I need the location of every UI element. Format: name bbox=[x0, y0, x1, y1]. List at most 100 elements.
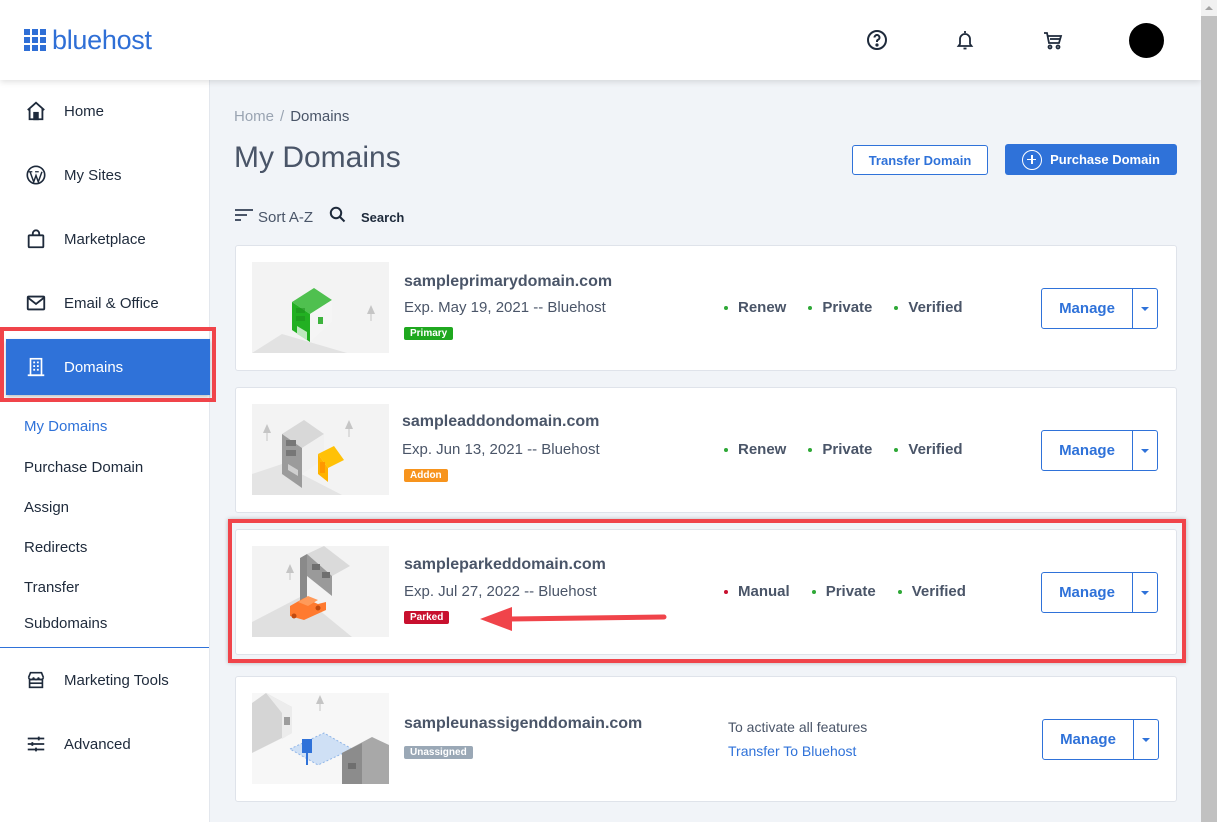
addon-badge: Addon bbox=[404, 469, 448, 482]
bell-icon[interactable] bbox=[953, 28, 977, 52]
status-dot bbox=[808, 305, 813, 310]
manage-split-button: Manage bbox=[1041, 572, 1158, 613]
manage-split-button: Manage bbox=[1041, 288, 1158, 329]
breadcrumb: Home / Domains bbox=[234, 108, 349, 125]
sidebar-item-my-sites[interactable]: My Sites bbox=[0, 155, 210, 195]
sidebar-subitem-subdomains[interactable]: Subdomains bbox=[24, 615, 107, 632]
status-dot bbox=[724, 447, 728, 452]
bluehost-logo[interactable]: bluehost bbox=[24, 25, 152, 55]
manage-dropdown-toggle[interactable] bbox=[1133, 431, 1157, 470]
purchase-domain-label: Purchase Domain bbox=[1050, 152, 1160, 167]
status-verified: Verified bbox=[894, 441, 963, 458]
sidebar-subitem-my-domains[interactable]: My Domains bbox=[24, 418, 107, 435]
breadcrumb-current: Domains bbox=[290, 108, 350, 125]
status-verified: Verified bbox=[897, 583, 966, 600]
sidebar-item-label: Email & Office bbox=[64, 294, 159, 312]
sidebar-item-email-office[interactable]: Email & Office bbox=[0, 283, 210, 323]
sidebar-subitem-transfer[interactable]: Transfer bbox=[24, 579, 79, 596]
manage-button[interactable]: Manage bbox=[1042, 431, 1133, 470]
domain-name[interactable]: sampleunassigenddomain.com bbox=[404, 715, 642, 733]
status-private: Private bbox=[811, 583, 876, 600]
domain-card: sampleprimarydomain.com Exp. May 19, 202… bbox=[235, 245, 1177, 371]
caret-down-icon bbox=[1141, 590, 1149, 595]
status-private: Private bbox=[808, 441, 872, 458]
logo-text: bluehost bbox=[52, 25, 152, 55]
breadcrumb-home-link[interactable]: Home bbox=[234, 108, 274, 125]
unassigned-badge: Unassigned bbox=[404, 746, 473, 759]
manage-split-button: Manage bbox=[1042, 719, 1159, 760]
manage-dropdown-toggle[interactable] bbox=[1133, 289, 1157, 328]
storefront-icon bbox=[24, 668, 48, 692]
status-verified: Verified bbox=[894, 299, 963, 316]
status-dot bbox=[724, 305, 728, 310]
sidebar-item-home[interactable]: Home bbox=[0, 91, 210, 131]
status-renew: Renew bbox=[724, 441, 786, 458]
building-icon bbox=[24, 355, 48, 379]
annotation-arrow-icon bbox=[480, 607, 667, 631]
sidebar-item-label: Domains bbox=[64, 358, 124, 376]
shopping-bag-icon bbox=[24, 227, 48, 251]
caret-down-icon bbox=[1141, 306, 1149, 311]
sidebar-item-domains[interactable]: Domains bbox=[6, 339, 210, 395]
status-dot bbox=[897, 589, 902, 594]
sort-label: Sort A-Z bbox=[258, 208, 314, 226]
scroll-up-arrow-icon[interactable] bbox=[1201, 0, 1217, 16]
caret-down-icon bbox=[1141, 448, 1149, 453]
breadcrumb-separator: / bbox=[280, 108, 285, 125]
domain-card: sampleparkeddomain.com Exp. Jul 27, 2022… bbox=[235, 529, 1177, 655]
domain-card: sampleaddondomain.com Exp. Jun 13, 2021 … bbox=[235, 387, 1177, 513]
domain-expiry: Exp. May 19, 2021 -- Bluehost bbox=[404, 299, 606, 316]
unassigned-lot-illustration bbox=[252, 693, 389, 784]
manage-button[interactable]: Manage bbox=[1043, 720, 1134, 759]
status-private: Private bbox=[808, 299, 872, 316]
search-button[interactable]: Search bbox=[329, 206, 404, 228]
sidebar-item-label: My Sites bbox=[64, 166, 122, 184]
domain-expiry: Exp. Jun 13, 2021 -- Bluehost bbox=[402, 441, 600, 458]
sort-button[interactable]: Sort A-Z bbox=[234, 207, 313, 228]
sidebar-subitem-purchase-domain[interactable]: Purchase Domain bbox=[24, 459, 143, 476]
sidebar-subitem-redirects[interactable]: Redirects bbox=[24, 539, 87, 556]
domain-name[interactable]: sampleparkeddomain.com bbox=[404, 556, 606, 574]
domain-name[interactable]: sampleaddondomain.com bbox=[402, 413, 599, 431]
parked-car-illustration bbox=[252, 546, 389, 637]
primary-house-illustration bbox=[252, 262, 389, 353]
sidebar-item-advanced[interactable]: Advanced bbox=[0, 724, 210, 764]
status-dot bbox=[724, 589, 728, 594]
sidebar-item-marketing-tools[interactable]: Marketing Tools bbox=[0, 660, 210, 700]
sidebar: Home My Sites Marketplace Email & Office… bbox=[0, 80, 210, 822]
transfer-domain-button[interactable]: Transfer Domain bbox=[852, 145, 988, 175]
parked-badge: Parked bbox=[404, 611, 450, 624]
purchase-domain-button[interactable]: Purchase Domain bbox=[1005, 144, 1177, 175]
manage-split-button: Manage bbox=[1041, 430, 1158, 471]
status-dot bbox=[894, 447, 899, 452]
logo-grid-icon bbox=[24, 29, 46, 51]
sort-lines-icon bbox=[234, 207, 254, 228]
page-title: My Domains bbox=[234, 141, 401, 174]
home-icon bbox=[24, 99, 48, 123]
help-icon[interactable] bbox=[865, 28, 889, 52]
activate-features-text: To activate all features bbox=[728, 719, 868, 735]
user-avatar[interactable] bbox=[1129, 23, 1164, 58]
sidebar-item-marketplace[interactable]: Marketplace bbox=[0, 219, 210, 259]
top-header: bluehost bbox=[0, 0, 1201, 80]
manage-dropdown-toggle[interactable] bbox=[1134, 720, 1158, 759]
transfer-to-bluehost-link[interactable]: Transfer To Bluehost bbox=[728, 743, 856, 759]
sliders-icon bbox=[24, 732, 48, 756]
addon-house-illustration bbox=[252, 404, 389, 495]
cart-icon[interactable] bbox=[1041, 28, 1065, 52]
sidebar-item-label: Marketplace bbox=[64, 230, 146, 248]
caret-down-icon bbox=[1142, 737, 1150, 742]
sidebar-item-label: Home bbox=[64, 102, 105, 120]
manage-button[interactable]: Manage bbox=[1042, 289, 1133, 328]
manage-dropdown-toggle[interactable] bbox=[1133, 573, 1157, 612]
domain-status-list: Manual Private Verified bbox=[724, 583, 988, 600]
page-scrollbar[interactable] bbox=[1201, 0, 1217, 822]
domain-name[interactable]: sampleprimarydomain.com bbox=[404, 273, 612, 291]
sidebar-item-label: Advanced bbox=[64, 735, 131, 753]
domain-expiry: Exp. Jul 27, 2022 -- Bluehost bbox=[404, 583, 597, 600]
manage-button[interactable]: Manage bbox=[1042, 573, 1133, 612]
envelope-icon bbox=[24, 291, 48, 315]
search-label: Search bbox=[361, 209, 405, 225]
sidebar-subitem-assign[interactable]: Assign bbox=[24, 499, 69, 516]
list-toolbar: Sort A-Z Search bbox=[234, 206, 404, 228]
